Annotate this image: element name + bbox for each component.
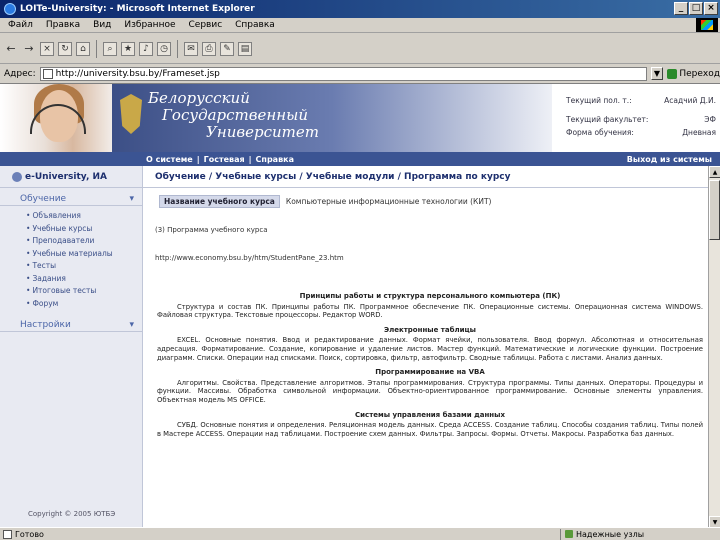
address-input[interactable]: http://university.bsu.by/Frameset.jsp: [39, 66, 647, 81]
section-heading: Принципы работы и структура персональног…: [299, 292, 561, 300]
ie-icon: [4, 3, 16, 15]
scroll-up-icon[interactable]: ▲: [709, 166, 720, 178]
home-icon[interactable]: ⌂: [76, 41, 90, 56]
course-program: Принципы работы и структура персональног…: [157, 286, 703, 438]
scroll-thumb[interactable]: [709, 180, 720, 240]
media-icon[interactable]: ♪: [139, 41, 153, 56]
status-bar: Готово Надежные узлы: [0, 527, 720, 540]
forward-icon[interactable]: →: [22, 42, 36, 56]
go-arrow-icon: [667, 68, 678, 79]
menu-bar: Файл Правка Вид Избранное Сервис Справка: [0, 18, 720, 33]
header-photo: [0, 84, 112, 152]
favorites-icon[interactable]: ★: [121, 41, 135, 56]
section-text: Структура и состав ПК. Принципы работы П…: [157, 302, 703, 320]
chevron-down-icon: ▾: [129, 319, 134, 330]
course-name-row: Название учебного курса Компьютерные инф…: [159, 194, 708, 208]
university-name: Белорусский Государственный Университет: [148, 89, 319, 141]
nav-divider: |: [248, 154, 252, 164]
nav-guestbook[interactable]: Гостевая: [204, 155, 245, 164]
logout-link[interactable]: Выход из системы: [627, 155, 712, 164]
sidebar-item-courses[interactable]: Учебные курсы: [26, 223, 142, 236]
sidebar-section-settings[interactable]: Настройки ▾: [0, 318, 142, 332]
refresh-icon[interactable]: ↻: [58, 41, 72, 56]
sidebar-brand: e-University, ИА: [0, 166, 142, 188]
site-navbar: О системе | Гостевая | Справка Выход из …: [0, 152, 720, 166]
page-icon: [3, 529, 12, 539]
toolbar-separator: [96, 39, 97, 58]
trusted-zone-icon: [565, 530, 573, 538]
section-text: СУБД. Основные понятия и определения. Ре…: [157, 421, 703, 438]
scroll-down-icon[interactable]: ▼: [709, 516, 720, 527]
history-icon[interactable]: ◷: [157, 41, 171, 56]
status-text: Готово: [15, 529, 44, 539]
e-university-logo-icon: [12, 171, 22, 182]
section-heading: Электронные таблицы: [383, 325, 477, 334]
sidebar-item-final-tests[interactable]: Итоговые тесты: [26, 285, 142, 298]
windows-flag-icon: [696, 18, 718, 32]
address-bar: Адрес: http://university.bsu.by/Frameset…: [0, 65, 720, 82]
menu-tools[interactable]: Сервис: [189, 20, 223, 30]
menu-favorites[interactable]: Избранное: [124, 20, 175, 30]
sidebar-item-announcements[interactable]: Объявления: [26, 210, 142, 223]
close-button[interactable]: ×: [704, 2, 718, 15]
stop-icon[interactable]: ×: [40, 41, 54, 56]
course-name-label: Название учебного курса: [159, 194, 280, 208]
address-label: Адрес:: [4, 68, 36, 79]
sidebar-item-tests[interactable]: Тесты: [26, 260, 142, 273]
menu-edit[interactable]: Правка: [46, 20, 80, 30]
menu-file[interactable]: Файл: [8, 20, 33, 30]
minimize-button[interactable]: _: [674, 2, 688, 15]
discuss-icon[interactable]: ▤: [238, 41, 252, 56]
sidebar-item-forum[interactable]: Форум: [26, 298, 142, 311]
section-heading: Системы управления базами данных: [355, 410, 505, 419]
main-content: Обучение / Учебные курсы / Учебные модул…: [142, 166, 708, 527]
web-page: Белорусский Государственный Университет …: [0, 83, 720, 527]
go-button[interactable]: Переход: [667, 68, 720, 79]
copyright: Copyright © 2005 ЮТБЭ: [28, 510, 116, 518]
address-dropdown-icon[interactable]: ▼: [650, 67, 664, 80]
toolbar: ← → × ↻ ⌂ ⌕ ★ ♪ ◷ ✉ ⎙ ✎ ▤: [0, 34, 720, 64]
university-banner: Белорусский Государственный Университет: [112, 84, 552, 152]
back-icon[interactable]: ←: [4, 42, 18, 56]
section-heading: Программирование на VBA: [375, 368, 485, 377]
sidebar: e-University, ИА Обучение ▾ Объявления У…: [0, 166, 142, 527]
section-text: EXCEL. Основные понятия. Ввод и редактир…: [157, 336, 703, 362]
university-crest-icon: [120, 94, 142, 134]
vertical-scrollbar[interactable]: ▲ ▼: [708, 166, 720, 527]
search-icon[interactable]: ⌕: [103, 41, 117, 56]
sidebar-item-tasks[interactable]: Задания: [26, 273, 142, 286]
breadcrumb: Обучение / Учебные курсы / Учебные модул…: [143, 166, 708, 188]
title-bar: LOITe-University: - Microsoft Internet E…: [0, 0, 720, 18]
course-name-value: Компьютерные информационные технологии (…: [285, 196, 492, 206]
sidebar-item-teachers[interactable]: Преподаватели: [26, 235, 142, 248]
program-link[interactable]: (3) Программа учебного курса: [155, 226, 268, 234]
print-icon[interactable]: ⎙: [202, 41, 216, 56]
menu-view[interactable]: Вид: [93, 20, 111, 30]
nav-divider: |: [196, 154, 200, 164]
window-title: LOITe-University: - Microsoft Internet E…: [20, 4, 255, 14]
toolbar-separator: [177, 39, 178, 58]
sidebar-menu: Объявления Учебные курсы Преподаватели У…: [0, 206, 142, 314]
nav-help[interactable]: Справка: [256, 155, 294, 164]
user-info: Текущий пол. т.: Асадчий Д.И. Текущий фак…: [566, 96, 716, 137]
page-icon: [42, 68, 53, 79]
chevron-down-icon: ▾: [129, 193, 134, 204]
sidebar-item-materials[interactable]: Учебные материалы: [26, 248, 142, 261]
nav-about[interactable]: О системе: [146, 155, 193, 164]
mail-icon[interactable]: ✉: [184, 41, 198, 56]
window-controls: _ □ ×: [674, 2, 718, 15]
site-header: Белорусский Государственный Университет …: [0, 84, 720, 152]
resource-url[interactable]: http://www.economy.bsu.by/htm/StudentPan…: [155, 254, 344, 262]
menu-help[interactable]: Справка: [235, 20, 275, 30]
section-text: Алгоритмы. Свойства. Представление алгор…: [157, 378, 703, 404]
edit-icon[interactable]: ✎: [220, 41, 234, 56]
sidebar-section-learning[interactable]: Обучение ▾: [0, 192, 142, 206]
address-url: http://university.bsu.by/Frameset.jsp: [55, 68, 220, 79]
maximize-button[interactable]: □: [689, 2, 703, 15]
security-zone: Надежные узлы: [560, 528, 644, 540]
